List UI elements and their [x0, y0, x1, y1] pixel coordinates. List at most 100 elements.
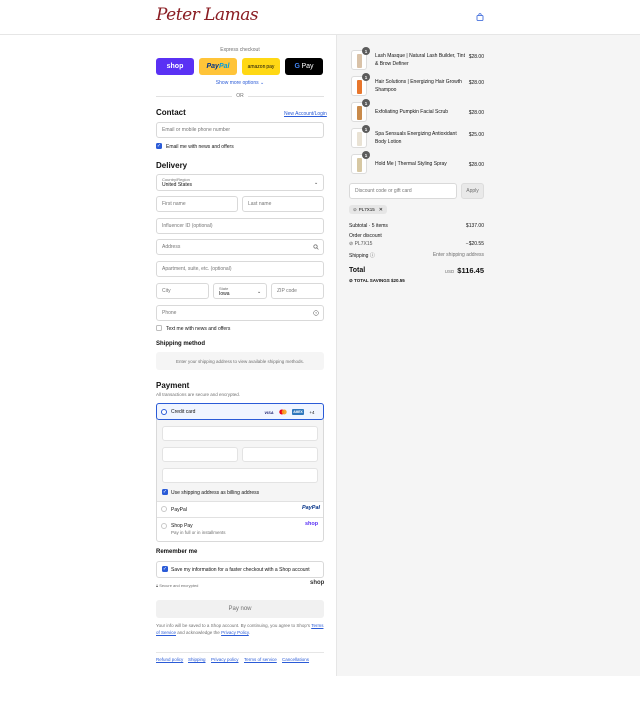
paypal-logo-pal: Pal — [218, 63, 230, 70]
shop-pay-subtitle: Pay in full or in installments — [171, 530, 226, 535]
express-checkout-label: Express checkout — [220, 47, 260, 53]
order-discount-label: Order discount — [349, 233, 382, 239]
paypal-option-label[interactable]: PayPal — [171, 507, 187, 513]
cancellations-link[interactable]: Cancellations — [282, 657, 309, 662]
login-link[interactable]: New Account/Login — [284, 111, 327, 117]
show-more-label: Show more options — [215, 80, 259, 86]
quantity-badge: 1 — [362, 47, 370, 55]
pay-now-label: Pay now — [228, 606, 252, 612]
cart-item-price: $28.00 — [468, 110, 484, 116]
pay-now-button[interactable]: Pay now — [156, 600, 324, 618]
paypal-radio[interactable] — [161, 506, 167, 512]
privacy-link[interactable]: Privacy Policy — [221, 630, 249, 635]
discount-placeholder: Discount code or gift card — [355, 188, 412, 194]
phone-placeholder: Phone — [162, 310, 177, 316]
shop-pay-express-button[interactable]: shop — [156, 58, 194, 75]
quantity-badge: 1 — [362, 99, 370, 107]
apartment-field[interactable]: Apartment, suite, etc. (optional) — [156, 261, 324, 277]
card-number-field[interactable] — [162, 426, 318, 441]
shop-pay-logo: shop — [166, 63, 184, 70]
address-placeholder: Address — [162, 244, 181, 250]
terms-of-service-link[interactable]: Terms of service — [244, 657, 277, 662]
country-select[interactable]: Country/Region United States ⌄ — [156, 174, 324, 191]
zip-placeholder: ZIP code — [277, 288, 297, 294]
help-circle-icon[interactable]: ? — [313, 310, 319, 318]
refund-policy-link[interactable]: Refund policy — [156, 657, 183, 662]
credit-card-radio[interactable] — [161, 409, 167, 415]
apply-button[interactable]: Apply — [461, 183, 484, 199]
address-field[interactable]: Address — [156, 239, 324, 255]
country-value: United States — [162, 182, 193, 188]
save-info-checkbox[interactable]: ✓ — [162, 566, 168, 572]
email-placeholder: Email or mobile phone number — [162, 127, 231, 133]
newsletter-checkbox[interactable]: ✓ — [156, 143, 162, 149]
payment-heading: Payment — [156, 381, 190, 390]
phone-field[interactable]: Phone ? — [156, 305, 324, 321]
legal-and: and acknowledge the — [177, 630, 220, 635]
security-code-field[interactable] — [242, 447, 318, 462]
paypal-express-button[interactable]: Pay Pal — [199, 58, 237, 75]
footer-divider — [156, 652, 324, 653]
amazon-pay-express-button[interactable]: amazon pay — [242, 58, 280, 75]
close-icon[interactable]: ✕ — [379, 207, 383, 213]
expiration-field[interactable] — [162, 447, 238, 462]
paypal-logo: PayPal — [302, 505, 321, 511]
privacy-policy-link[interactable]: Privacy policy — [211, 657, 239, 662]
shop-pay-option-label[interactable]: Shop Pay — [171, 523, 193, 529]
gpay-word: Pay — [301, 63, 314, 70]
zip-field[interactable]: ZIP code — [271, 283, 324, 299]
or-label: OR — [232, 93, 248, 99]
help-circle-icon[interactable]: ⓘ — [370, 253, 375, 259]
text-offers-checkbox[interactable] — [156, 325, 162, 331]
divider — [157, 517, 323, 518]
cart-item-price: $28.00 — [468, 54, 484, 60]
shopping-bag-icon[interactable] — [476, 13, 484, 21]
subtotal-value: $137.00 — [465, 223, 484, 229]
payment-subtitle: All transactions are secure and encrypte… — [156, 392, 241, 397]
legal-text: Your info will be saved to a Shop accoun… — [156, 622, 324, 636]
secure-text: Secure and encrypted — [159, 583, 199, 588]
shipping-method-heading: Shipping method — [156, 341, 205, 347]
contact-heading: Contact — [156, 108, 186, 117]
billing-same-checkbox[interactable]: ✓ — [162, 489, 168, 495]
subtotal-label: Subtotal · 5 items — [349, 223, 388, 229]
google-pay-express-button[interactable]: G Pay — [285, 58, 323, 75]
total-value: $116.45 — [457, 266, 484, 275]
tag-icon: ⊘ — [353, 206, 357, 212]
product-thumbnail: 1 — [351, 47, 370, 70]
city-field[interactable]: City — [156, 283, 209, 299]
name-on-card-field[interactable] — [162, 468, 318, 483]
shipping-link[interactable]: Shipping — [188, 657, 206, 662]
product-image — [357, 54, 362, 68]
email-field[interactable]: Email or mobile phone number — [156, 122, 324, 138]
influencer-id-field[interactable]: Influencer ID (optional) — [156, 218, 324, 234]
billing-same-label: Use shipping address as billing address — [171, 490, 260, 496]
savings-value: $20.55 — [390, 278, 405, 283]
visa-logo-icon: VISA — [264, 409, 274, 415]
save-info-label: Save my information for a faster checkou… — [171, 567, 310, 573]
discount-chip: ⊘ PL7X15 ✕ — [349, 205, 387, 214]
cart-item-price: $25.00 — [468, 132, 484, 138]
cart-item-price: $28.00 — [468, 162, 484, 168]
last-name-field[interactable]: Last name — [242, 196, 324, 212]
legal-period: . — [248, 630, 251, 635]
city-placeholder: City — [162, 288, 171, 294]
product-thumbnail: 1 — [351, 151, 370, 174]
apartment-placeholder: Apartment, suite, etc. (optional) — [162, 266, 232, 272]
amazon-logo: amazon — [247, 63, 266, 70]
discount-code-input[interactable]: Discount code or gift card — [349, 183, 457, 199]
shop-pay-radio[interactable] — [161, 523, 167, 529]
discount-value: −$20.55 — [465, 241, 484, 247]
show-more-options-link[interactable]: Show more options ⌄ — [156, 80, 324, 86]
chevron-down-icon: ⌄ — [314, 180, 319, 186]
shipping-row: Shipping ⓘ — [349, 252, 375, 259]
first-name-field[interactable]: First name — [156, 196, 238, 212]
paypal-logo-pay: Pay — [206, 63, 219, 70]
chevron-down-icon: ⌄ — [260, 80, 265, 86]
brand-logo[interactable]: Peter Lamas — [156, 5, 259, 25]
total-value-row: USD $116.45 — [445, 266, 484, 275]
google-g-icon: G — [294, 63, 300, 70]
state-select[interactable]: State Iowa ⌄ — [213, 283, 267, 299]
legal-line: Your info will be saved to a Shop accoun… — [156, 623, 311, 628]
chevron-down-icon: ⌄ — [257, 289, 262, 295]
